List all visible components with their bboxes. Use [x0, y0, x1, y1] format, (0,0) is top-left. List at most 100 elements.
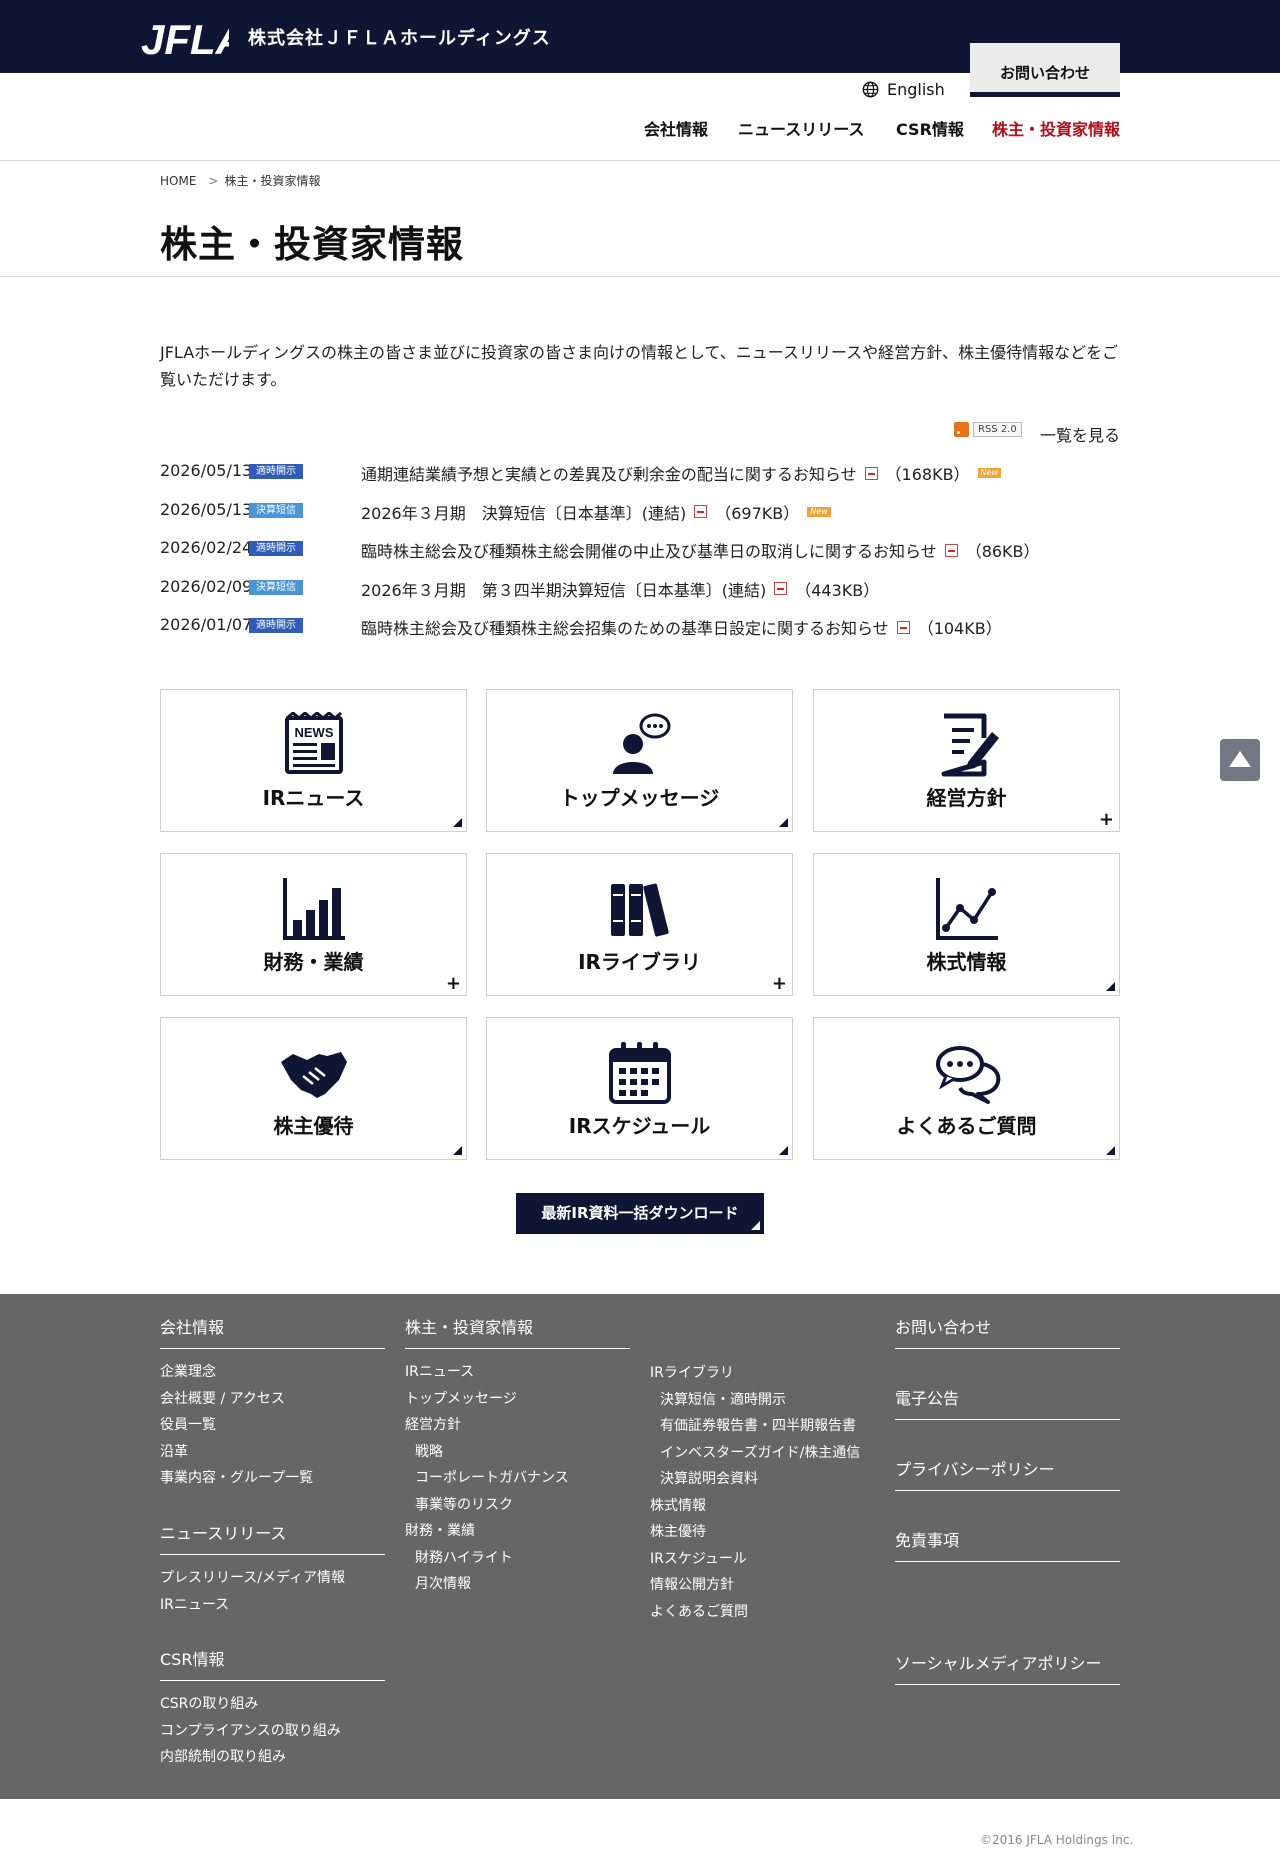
news-category-badge: 適時開示 [249, 464, 303, 479]
download-all-button[interactable]: 最新IR資料一括ダウンロード [516, 1193, 764, 1234]
intro-text: JFLAホールディングスの株主の皆さま並びに投資家の皆さま向けの情報として、ニュ… [160, 343, 1119, 389]
tile-document-pen[interactable]: 経営方針 + [813, 689, 1120, 832]
news-item-link[interactable]: 臨時株主総会及び種類株主総会開催の中止及び基準日の取消しに関するお知らせ （86K… [361, 538, 1040, 562]
footer-link[interactable]: 財務ハイライト [405, 1545, 630, 1572]
english-label: English [887, 80, 945, 99]
footer-link[interactable]: 決算短信・適時開示 [650, 1387, 900, 1414]
news-row: 2026/02/09 決算短信 2026年３月期 第３四半期決算短信〔日本基準〕(連… [160, 575, 1120, 614]
tile-news[interactable]: NEWS IRニュース [160, 689, 467, 832]
news-icon-text: NEWS [294, 725, 333, 740]
footer-link[interactable]: 情報公開方針 [650, 1572, 900, 1599]
news-title-text: 通期連結業績予想と実績との差異及び剰余金の配当に関するお知らせ [361, 465, 857, 484]
news-date: 2026/05/13 [160, 499, 253, 519]
tile-calendar[interactable]: IRスケジュール [486, 1017, 793, 1160]
footer-link[interactable]: CSRの取り組み [160, 1691, 385, 1718]
footer-link[interactable]: 事業内容・グループ一覧 [160, 1465, 385, 1492]
news-item-link[interactable]: 2026年３月期 決算短信〔日本基準〕(連結) （697KB） New [361, 500, 831, 524]
pdf-icon [694, 505, 708, 518]
footer-social-policy[interactable]: ソーシャルメディアポリシー [895, 1650, 1120, 1685]
corner-arrow-icon [453, 818, 462, 827]
tile-books[interactable]: IRライブラリ + [486, 853, 793, 996]
rss-link[interactable]: RSS 2.0 [954, 422, 1022, 437]
news-item-link[interactable]: 通期連結業績予想と実績との差異及び剰余金の配当に関するお知らせ （168KB） Ne… [361, 461, 1001, 485]
footer-link[interactable]: IRニュース [405, 1359, 630, 1386]
line-chart-icon [935, 878, 998, 940]
tile-label: よくあるご質問 [896, 1114, 1037, 1138]
footer-link[interactable]: よくあるご質問 [650, 1599, 900, 1626]
footer-company-list: 企業理念 会社概要 / アクセス 役員一覧 沿革 事業内容・グループ一覧 [160, 1359, 385, 1492]
news-title-text: 臨時株主総会及び種類株主総会招集のための基準日設定に関するお知らせ [361, 619, 889, 638]
rss-icon [954, 422, 969, 437]
footer-link[interactable]: 役員一覧 [160, 1412, 385, 1439]
footer-heading-news[interactable]: ニュースリリース [160, 1520, 385, 1555]
tile-handshake[interactable]: 株主優待 [160, 1017, 467, 1160]
footer-right: お問い合わせ 電子公告 プライバシーポリシー 免責事項 ソーシャルメディアポリシ… [895, 1314, 1120, 1685]
plus-icon: + [771, 973, 787, 994]
footer-link[interactable]: 事業等のリスク [405, 1492, 630, 1519]
footer-contact[interactable]: お問い合わせ [895, 1314, 1120, 1349]
corner-arrow-icon [779, 818, 788, 827]
tile-speaker[interactable]: トップメッセージ [486, 689, 793, 832]
nav-investor[interactable]: 株主・投資家情報 [992, 116, 1120, 140]
file-size: （697KB） [715, 503, 800, 523]
footer-link[interactable]: 決算説明会資料 [650, 1466, 900, 1493]
footer-link[interactable]: 沿革 [160, 1439, 385, 1466]
news-row: 2026/05/13 適時開示 通期連結業績予想と実績との差異及び剰余金の配当に関す… [160, 459, 1120, 498]
footer-link[interactable]: プレスリリース/メディア情報 [160, 1565, 385, 1592]
tile-chat-bubbles[interactable]: よくあるご質問 [813, 1017, 1120, 1160]
download-label: 最新IR資料一括ダウンロード [541, 1204, 739, 1222]
footer-link[interactable]: 会社概要 / アクセス [160, 1386, 385, 1413]
footer-link[interactable]: IRスケジュール [650, 1546, 900, 1573]
company-name[interactable]: 株式会社ＪＦＬＡホールディングス [248, 24, 551, 50]
footer-heading-ir[interactable]: 株主・投資家情報 [405, 1314, 630, 1349]
nav-company[interactable]: 会社情報 [644, 116, 708, 140]
footer-link[interactable]: 財務・業績 [405, 1518, 630, 1545]
news-row: 2026/05/13 決算短信 2026年３月期 決算短信〔日本基準〕(連結) （69… [160, 498, 1120, 537]
news-list: 2026/05/13 適時開示 通期連結業績予想と実績との差異及び剰余金の配当に関す… [160, 459, 1120, 652]
globe-icon [862, 81, 879, 98]
footer-link[interactable]: トップメッセージ [405, 1386, 630, 1413]
footer-link[interactable]: 株主優待 [650, 1519, 900, 1546]
news-category-badge: 適時開示 [249, 618, 303, 633]
footer-link[interactable]: IRライブラリ [650, 1360, 900, 1387]
nav-news-release[interactable]: ニュースリリース [738, 116, 864, 140]
footer-link[interactable]: 有価証券報告書・四半期報告書 [650, 1413, 900, 1440]
breadcrumb-home[interactable]: HOME [160, 174, 196, 188]
jfla-logo[interactable]: JFLA [139, 10, 229, 64]
tile-bar-chart[interactable]: 財務・業績 + [160, 853, 467, 996]
page-top-button[interactable] [1220, 739, 1260, 781]
footer-heading-company[interactable]: 会社情報 [160, 1314, 385, 1349]
footer-public-notice[interactable]: 電子公告 [895, 1385, 1120, 1420]
news-item-link[interactable]: 臨時株主総会及び種類株主総会招集のための基準日設定に関するお知らせ （104KB） [361, 615, 1002, 639]
breadcrumb-current: 株主・投資家情報 [224, 174, 321, 188]
tile-label: 経営方針 [926, 786, 1007, 810]
pdf-icon [774, 582, 788, 595]
calendar-icon [608, 1042, 671, 1104]
copyright: ©2016 JFLA Holdings Inc. [980, 1833, 1134, 1847]
footer-link[interactable]: インベスターズガイド/株主通信 [650, 1440, 900, 1467]
contact-button[interactable]: お問い合わせ [970, 43, 1120, 97]
footer-link[interactable]: 経営方針 [405, 1412, 630, 1439]
footer-link[interactable]: 内部統制の取り組み [160, 1744, 385, 1771]
footer-link[interactable]: 月次情報 [405, 1571, 630, 1598]
english-link[interactable]: English [862, 80, 945, 99]
tile-label: IRライブラリ [578, 950, 701, 974]
footer-privacy[interactable]: プライバシーポリシー [895, 1456, 1120, 1491]
tile-label: 株主優待 [273, 1114, 354, 1138]
plus-icon: + [445, 973, 461, 994]
view-all-link[interactable]: 一覧を見る [1040, 422, 1120, 446]
speaker-icon [612, 713, 670, 774]
news-item-link[interactable]: 2026年３月期 第３四半期決算短信〔日本基準〕(連結) （443KB） [361, 577, 879, 601]
news-icon: NEWS [284, 712, 343, 774]
footer-link[interactable]: 企業理念 [160, 1359, 385, 1386]
footer-link[interactable]: コーポレートガバナンス [405, 1465, 630, 1492]
footer-link[interactable]: 戦略 [405, 1439, 630, 1466]
footer-link[interactable]: コンプライアンスの取り組み [160, 1718, 385, 1745]
news-category-badge: 決算短信 [249, 579, 303, 595]
footer-heading-csr[interactable]: CSR情報 [160, 1646, 385, 1681]
footer-link[interactable]: IRニュース [160, 1592, 385, 1619]
tile-line-chart[interactable]: 株式情報 [813, 853, 1120, 996]
nav-csr[interactable]: CSR情報 [896, 116, 964, 140]
footer-disclaimer[interactable]: 免責事項 [895, 1527, 1120, 1562]
footer-link[interactable]: 株式情報 [650, 1493, 900, 1520]
